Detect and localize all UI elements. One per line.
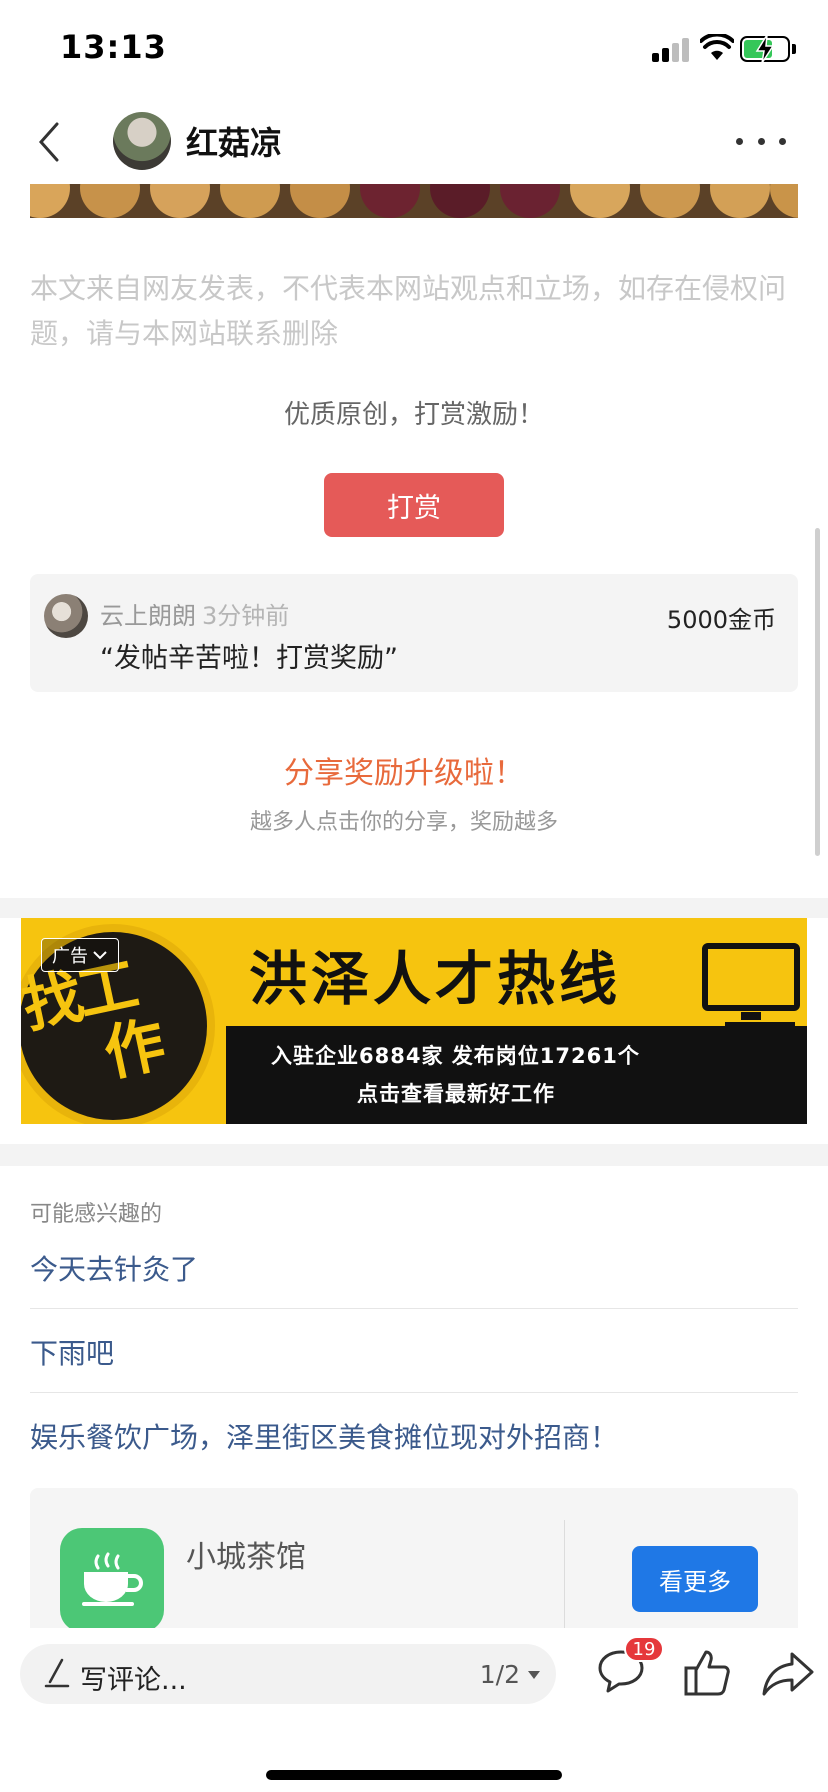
- caret-down-icon: [528, 1670, 540, 1679]
- see-more-button[interactable]: 看更多: [632, 1546, 758, 1612]
- ad-headline: 洪泽人才热线: [249, 945, 622, 1013]
- reward-record-card: 云上朗朗 3分钟前 “发帖辛苦啦！打赏奖励” 5000金币: [30, 574, 798, 692]
- comment-count-badge: 19: [624, 1636, 664, 1662]
- ad-cta-text: 点击查看最新好工作: [357, 1082, 555, 1106]
- share-icon[interactable]: [762, 1650, 814, 1698]
- home-indicator[interactable]: [266, 1770, 562, 1780]
- page-indicator-label: 1/2: [479, 1660, 520, 1689]
- divider: [564, 1520, 565, 1628]
- app-promo-card[interactable]: 小城茶馆 看更多: [30, 1488, 798, 1628]
- back-button[interactable]: [24, 114, 74, 170]
- list-item[interactable]: 今天去针灸了: [30, 1248, 798, 1288]
- reward-title: 优质原创，打赏激励！: [283, 400, 544, 430]
- thumbs-up-icon[interactable]: [682, 1648, 732, 1698]
- cellular-signal-icon: [652, 38, 690, 62]
- section-divider: [0, 898, 828, 918]
- author-name[interactable]: 红菇凉: [186, 118, 282, 164]
- page-indicator[interactable]: 1/2: [480, 1660, 540, 1689]
- app-name: 小城茶馆: [186, 1540, 306, 1575]
- scrollbar[interactable]: [815, 528, 820, 856]
- more-options-icon[interactable]: [736, 126, 786, 156]
- ad-stats-text: 入驻企业6884家 发布岗位17261个: [271, 1044, 640, 1068]
- battery-icon: [740, 34, 796, 64]
- reward-amount: 5000金币: [666, 606, 776, 634]
- ad-circle-text-2: 作: [98, 1009, 168, 1091]
- article-image[interactable]: [30, 184, 798, 218]
- ad-banner[interactable]: 找工作 广告 洪泽人才热线 入驻企业6884家 发布岗位17261个 点击查看最…: [21, 918, 807, 1124]
- reward-message: “发帖辛苦啦！打赏奖励”: [100, 643, 398, 674]
- rewarder-name[interactable]: 云上朗朗: [100, 602, 196, 630]
- reward-button[interactable]: 打赏: [324, 473, 504, 537]
- reward-time: 3分钟前: [202, 602, 290, 630]
- status-bar: 13:13: [0, 0, 828, 100]
- status-time: 13:13: [60, 28, 167, 66]
- comment-placeholder: 写评论...: [80, 1665, 187, 1696]
- nav-bar: 红菇凉: [0, 100, 828, 184]
- divider: [30, 1308, 798, 1309]
- pen-icon: [44, 1658, 70, 1688]
- ad-tag[interactable]: 广告: [41, 938, 119, 972]
- share-reward-title[interactable]: 分享奖励升级啦！: [0, 748, 808, 792]
- list-item[interactable]: 娱乐餐饮广场，泽里街区美食摊位现对外招商！: [30, 1416, 798, 1456]
- author-avatar[interactable]: [113, 112, 171, 170]
- wifi-icon: [700, 34, 734, 60]
- bottom-toolbar: 写评论... 1/2 19: [0, 1628, 828, 1792]
- tea-cup-icon: [60, 1528, 164, 1628]
- disclaimer-text: 本文来自网友发表，不代表本网站观点和立场，如存在侵权问题，请与本网站联系删除: [30, 272, 787, 350]
- avatar[interactable]: [44, 594, 88, 638]
- share-reward-subtitle: 越多人点击你的分享，奖励越多: [249, 810, 558, 835]
- comment-input[interactable]: 写评论... 1/2: [20, 1644, 556, 1704]
- chevron-left-icon: [38, 122, 59, 162]
- list-item[interactable]: 下雨吧: [30, 1332, 798, 1372]
- recommend-section-label: 可能感兴趣的: [30, 1202, 163, 1227]
- divider: [30, 1392, 798, 1393]
- ad-tag-label: 广告: [52, 946, 88, 967]
- monitor-icon: [702, 943, 800, 1028]
- chevron-down-icon: [93, 951, 107, 960]
- section-divider: [0, 1144, 828, 1166]
